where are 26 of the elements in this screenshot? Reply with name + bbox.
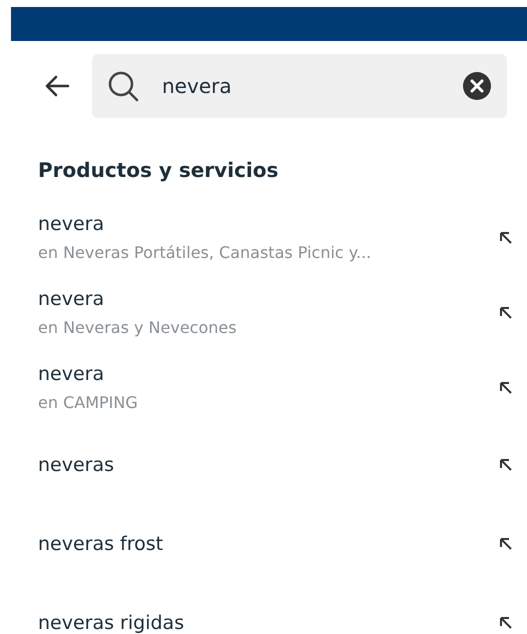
clear-icon[interactable]: [463, 72, 491, 100]
suggestion-category: en CAMPING: [38, 393, 139, 412]
suggestion-item[interactable]: neveras frost: [0, 504, 527, 583]
suggestion-text: neveras frost: [38, 532, 164, 554]
fill-arrow-icon[interactable]: [499, 380, 513, 394]
search-icon: [106, 69, 140, 103]
suggestion-text: nevera: [38, 288, 106, 310]
fill-arrow-icon[interactable]: [499, 616, 513, 630]
section-heading: Productos y servicios: [38, 158, 280, 182]
fill-arrow-icon[interactable]: [499, 536, 513, 550]
suggestion-item[interactable]: nevera en CAMPING: [0, 350, 527, 425]
suggestion-item[interactable]: nevera en Neveras y Nevecones: [0, 275, 527, 350]
search-field[interactable]: nevera: [92, 54, 507, 118]
suggestion-item[interactable]: neveras rigidas: [0, 583, 527, 634]
suggestion-text: neveras: [38, 454, 116, 476]
fill-arrow-icon[interactable]: [499, 306, 513, 320]
suggestion-item[interactable]: nevera en Neveras Portátiles, Canastas Picnic y...: [0, 200, 527, 275]
suggestion-category: en Neveras Portátiles, Canastas Picnic y...: [38, 243, 372, 262]
fill-arrow-icon[interactable]: [499, 230, 513, 244]
fill-arrow-icon[interactable]: [499, 458, 513, 472]
suggestion-text: nevera: [38, 363, 106, 385]
suggestion-text: nevera: [38, 213, 106, 235]
suggestion-text: neveras rigidas: [38, 612, 186, 634]
search-input[interactable]: nevera: [162, 74, 441, 98]
suggestion-category: en Neveras y Nevecones: [38, 318, 238, 337]
suggestion-item[interactable]: neveras: [0, 425, 527, 504]
